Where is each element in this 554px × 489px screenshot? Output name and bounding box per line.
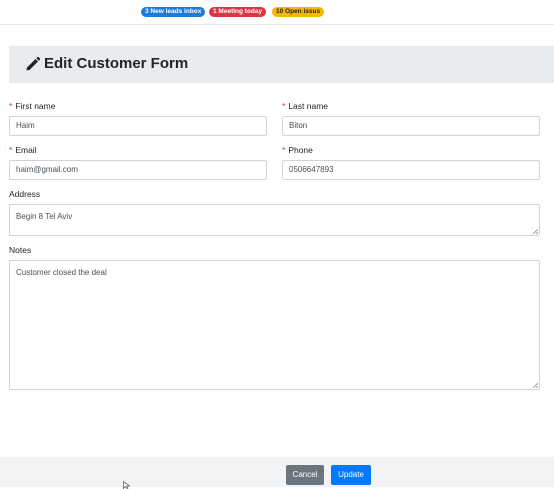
last-name-label-text: Last name xyxy=(288,101,329,111)
notes-value: Customer closed the deal xyxy=(16,268,107,277)
new-leads-badge[interactable]: 3 New leads inbox xyxy=(141,7,206,17)
page-title: Edit Customer Form xyxy=(44,55,189,72)
email-label-text: Email xyxy=(15,145,37,155)
notes-label: Notes xyxy=(9,245,32,255)
form-header: Edit Customer Form xyxy=(9,46,554,83)
mouse-cursor-icon xyxy=(123,481,131,489)
resize-handle-icon[interactable] xyxy=(532,228,538,234)
last-name-field[interactable]: Biton xyxy=(282,116,540,136)
phone-field[interactable]: 0506647893 xyxy=(282,160,540,180)
resize-handle-icon[interactable] xyxy=(532,382,538,388)
required-marker: * xyxy=(9,145,13,155)
email-field[interactable]: haim@gmail.com xyxy=(9,160,267,180)
meetings-badge[interactable]: 1 Meeting today xyxy=(209,7,267,17)
required-marker: * xyxy=(282,145,286,155)
first-name-label: * First name xyxy=(9,101,55,111)
first-name-label-text: First name xyxy=(15,101,56,111)
open-issues-badge[interactable]: 10 Open issus xyxy=(272,7,325,17)
address-label: Address xyxy=(9,189,41,199)
notes-textarea[interactable]: Customer closed the deal xyxy=(9,260,540,390)
top-notification-bar: 3 New leads inbox 1 Meeting today 10 Ope… xyxy=(0,0,554,25)
phone-label: * Phone xyxy=(282,145,313,155)
required-marker: * xyxy=(9,101,13,111)
email-label: * Email xyxy=(9,145,37,155)
required-marker: * xyxy=(282,101,286,111)
address-value: Begin 8 Tel Aviv xyxy=(16,212,73,221)
phone-label-text: Phone xyxy=(288,145,313,155)
form-footer: Cancel Update xyxy=(0,457,554,487)
first-name-field[interactable]: Haim xyxy=(9,116,267,136)
update-button[interactable]: Update xyxy=(331,465,371,485)
pencil-icon xyxy=(26,56,41,71)
cancel-button[interactable]: Cancel xyxy=(286,465,324,485)
last-name-label: * Last name xyxy=(282,101,328,111)
address-textarea[interactable]: Begin 8 Tel Aviv xyxy=(9,204,540,236)
